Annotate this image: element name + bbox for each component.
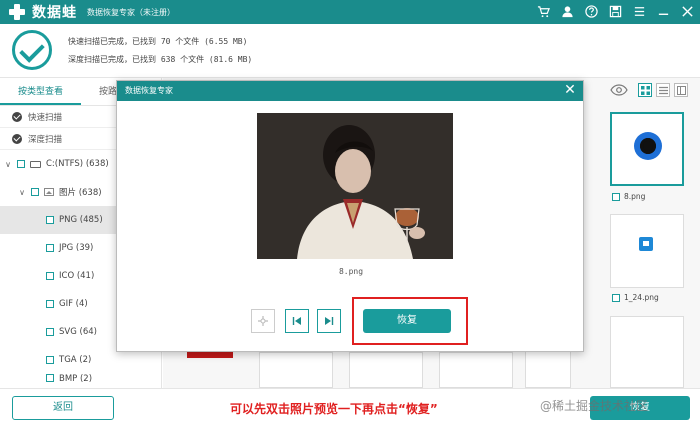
file-card[interactable] [439, 352, 513, 388]
eye-icon[interactable] [610, 84, 628, 96]
tab-by-type[interactable]: 按类型查看 [0, 78, 82, 105]
help-icon[interactable] [584, 4, 598, 18]
check-circle-icon [12, 30, 52, 70]
tree-item-label: SVG (64) [59, 327, 97, 337]
brand-name: 数据蛙 [32, 5, 77, 21]
file-card[interactable] [259, 352, 333, 388]
checkbox[interactable] [46, 356, 54, 364]
preview-image [257, 113, 453, 259]
quick-scan-label: 快速扫描 [28, 112, 63, 123]
close-icon[interactable]: ✕ [563, 83, 577, 97]
checkbox[interactable] [46, 300, 54, 308]
dialog-title: 数据恢复专家 [125, 86, 173, 95]
app-title: 数据恢复专家（未注册） [87, 7, 175, 17]
tree-item-bmp[interactable]: BMP (2) [0, 374, 161, 386]
file-card[interactable] [610, 214, 684, 288]
back-button[interactable]: 返回 [12, 396, 114, 420]
rotate-icon [258, 316, 268, 326]
drive-icon [30, 160, 41, 168]
list-view-icon[interactable] [656, 83, 670, 97]
checked-icon [12, 133, 22, 144]
watermark: @稀土掘金技术社区 [540, 399, 649, 413]
close-icon[interactable] [680, 4, 694, 18]
tree-item-label: BMP (2) [59, 374, 93, 384]
deep-scan-label: 深度扫描 [28, 134, 63, 145]
detail-view-icon[interactable] [674, 83, 688, 97]
file-card[interactable] [349, 352, 423, 388]
file-card-selected[interactable] [610, 112, 684, 186]
highlight-box [352, 297, 468, 345]
image-folder-icon [44, 188, 54, 196]
file-card[interactable] [610, 316, 684, 388]
checkbox[interactable] [17, 160, 25, 168]
checkbox[interactable] [46, 272, 54, 280]
app-logo: 数据蛙 [8, 2, 77, 22]
quick-scan-status: 快速扫描已完成，已找到 70 个文件 (6.55 MB) [68, 37, 248, 46]
file-card-label: 1_24.png [612, 293, 659, 302]
chevron-down-icon[interactable]: ∨ [4, 160, 12, 169]
tree-item-label: 图片 (638) [59, 188, 102, 198]
tree-item-label: C:(NTFS) (638) [46, 159, 109, 169]
hint-text: 可以先双击照片预览一下再点击“恢复” [230, 402, 438, 416]
view-toggles [610, 83, 688, 97]
previous-icon [292, 317, 301, 325]
next-button[interactable] [317, 309, 341, 333]
tree-item-label: JPG (39) [59, 243, 94, 253]
tree-item-label: PNG (485) [59, 215, 103, 225]
thumbnail-fragment [187, 352, 233, 358]
image-file-icon [639, 237, 653, 251]
preview-dialog: 数据恢复专家 ✕ 8.png 恢复 [116, 80, 584, 352]
checkbox[interactable] [612, 293, 620, 302]
menu-icon[interactable] [632, 4, 646, 18]
checked-icon [12, 111, 22, 122]
rotate-button[interactable] [251, 309, 275, 333]
chevron-down-icon[interactable]: ∨ [18, 188, 26, 197]
checkbox[interactable] [31, 188, 39, 196]
checkbox[interactable] [46, 216, 54, 224]
minimize-icon[interactable] [656, 4, 670, 18]
tree-item-label: ICO (41) [59, 271, 95, 281]
user-icon[interactable] [560, 4, 574, 18]
tree-item-label: TGA (2) [59, 355, 92, 365]
plus-logo-icon [8, 3, 26, 21]
title-bar: 数据蛙 数据恢复专家（未注册） [0, 0, 700, 24]
bottom-bar: 返回 可以先双击照片预览一下再点击“恢复” 恢复 @稀土掘金技术社区 [0, 388, 700, 428]
next-icon [325, 317, 334, 325]
checkbox[interactable] [46, 244, 54, 252]
scan-summary: 快速扫描已完成，已找到 70 个文件 (6.55 MB) 深度扫描已完成，已找到… [0, 24, 700, 78]
deep-scan-status: 深度扫描已完成，已找到 638 个文件 (81.6 MB) [68, 55, 253, 64]
photo-filename: 8.png [338, 267, 364, 276]
checkbox[interactable] [612, 192, 620, 201]
cart-icon[interactable] [536, 4, 550, 18]
checkbox[interactable] [46, 328, 54, 336]
tree-item-label: GIF (4) [59, 299, 88, 309]
file-card-label: 8.png [612, 192, 645, 201]
save-icon[interactable] [608, 4, 622, 18]
checkbox[interactable] [46, 374, 54, 382]
grid-view-icon[interactable] [638, 83, 652, 97]
dialog-title-bar: 数据恢复专家 ✕ [117, 81, 583, 101]
previous-button[interactable] [285, 309, 309, 333]
video-file-icon [634, 132, 662, 160]
